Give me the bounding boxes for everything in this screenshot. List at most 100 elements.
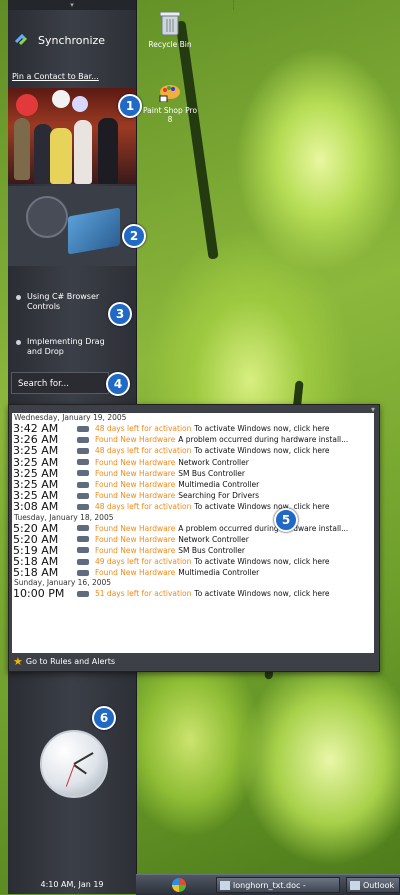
notification-icon bbox=[77, 525, 89, 532]
taskbar-button-label: longhorn_txt.doc - bbox=[233, 881, 306, 890]
notification-message: Network Controller bbox=[178, 534, 249, 544]
notification-source: Found New Hardware bbox=[95, 568, 176, 578]
person-figure bbox=[14, 118, 30, 180]
notification-message: SM Bus Controller bbox=[178, 545, 245, 555]
notification-time: 3:08 AM bbox=[13, 500, 59, 514]
notification-message: To activate Windows now, click here bbox=[194, 557, 330, 567]
badge-6: 6 bbox=[92, 706, 116, 730]
clock-hour-hand bbox=[73, 764, 87, 775]
notification-message: A problem occurred during hardware insta… bbox=[178, 435, 349, 445]
bullet-icon bbox=[16, 340, 21, 345]
notification-row[interactable]: 3:08 AM 48 days left for activation To a… bbox=[12, 501, 374, 512]
notification-list: Wednesday, January 19, 2005 3:42 AM 48 d… bbox=[12, 413, 374, 653]
analog-clock[interactable] bbox=[40, 730, 108, 798]
balloon bbox=[16, 94, 38, 116]
notification-row[interactable]: 5:19 AM Found New Hardware SM Bus Contro… bbox=[12, 545, 374, 556]
clock-minute-hand bbox=[73, 752, 94, 765]
notification-message: Multimedia Controller bbox=[178, 568, 260, 578]
person-figure bbox=[50, 128, 72, 184]
link-label: Using C# Browser Controls bbox=[27, 292, 100, 311]
notification-message: Searching For Drivers bbox=[178, 491, 260, 501]
notification-row[interactable]: 5:20 AM Found New Hardware Network Contr… bbox=[12, 533, 374, 544]
sidebar-link-browser-controls[interactable]: Using C# Browser Controls bbox=[16, 292, 116, 312]
notification-icon bbox=[77, 503, 89, 510]
notification-message: A problem occurred during hardware insta… bbox=[178, 523, 349, 533]
notification-source: Found New Hardware bbox=[95, 435, 176, 445]
notification-row[interactable]: 3:42 AM 48 days left for activation To a… bbox=[12, 423, 374, 434]
recycle-bin-icon bbox=[140, 10, 200, 38]
notification-icon bbox=[77, 459, 89, 466]
synchronize-button[interactable]: Synchronize bbox=[14, 28, 132, 52]
photo-tile[interactable] bbox=[8, 88, 136, 184]
notification-row[interactable]: 5:20 AM Found New Hardware A problem occ… bbox=[12, 522, 374, 533]
notification-source: Found New Hardware bbox=[95, 523, 176, 533]
badge-3: 3 bbox=[108, 302, 132, 326]
sidebar-link-drag-drop[interactable]: Implementing Drag and Drop bbox=[16, 337, 116, 357]
notification-source: 51 days left for activation bbox=[95, 589, 192, 599]
feed-tile[interactable] bbox=[8, 186, 136, 266]
rules-alerts-label: Go to Rules and Alerts bbox=[25, 657, 116, 666]
balloon bbox=[72, 96, 88, 112]
notification-icon bbox=[77, 558, 89, 565]
bullet-icon bbox=[16, 295, 21, 300]
paint-shop-pro-icon bbox=[140, 78, 200, 104]
notification-row[interactable]: 3:25 AM Found New Hardware Searching For… bbox=[12, 490, 374, 501]
notification-source: 48 days left for activation bbox=[95, 424, 192, 433]
notification-message: Multimedia Controller bbox=[178, 479, 260, 489]
desktop-icon-recycle-bin[interactable]: Recycle Bin bbox=[140, 10, 200, 49]
notification-message: To activate Windows now, click here bbox=[194, 589, 330, 599]
rules-icon: ★ bbox=[13, 655, 23, 668]
heart-icon bbox=[26, 196, 68, 238]
rules-alerts-link[interactable]: ★ Go to Rules and Alerts bbox=[13, 655, 115, 668]
sync-icon bbox=[14, 32, 30, 48]
notification-row[interactable]: 3:25 AM Found New Hardware SM Bus Contro… bbox=[12, 468, 374, 479]
notification-source: 49 days left for activation bbox=[95, 557, 192, 567]
notification-flyout: ▾ Wednesday, January 19, 2005 3:42 AM 48… bbox=[8, 404, 380, 672]
pin-contact-link[interactable]: Pin a Contact to Bar... bbox=[12, 72, 99, 81]
notification-message: Network Controller bbox=[178, 457, 249, 467]
taskbar-button-label: Outlook bbox=[363, 881, 395, 890]
link-label: Implementing Drag and Drop bbox=[27, 337, 105, 356]
notification-row[interactable]: 10:00 PM 51 days left for activation To … bbox=[12, 588, 374, 599]
notification-icon bbox=[77, 447, 89, 454]
search-input[interactable]: Search for... bbox=[11, 372, 109, 394]
notification-icon bbox=[77, 569, 89, 576]
notification-icon bbox=[77, 547, 89, 554]
clock-second-hand bbox=[65, 763, 75, 787]
notification-message: To activate Windows now, click here bbox=[194, 424, 330, 433]
notification-icon bbox=[77, 470, 89, 477]
synchronize-label: Synchronize bbox=[38, 33, 106, 47]
person-figure bbox=[74, 120, 92, 184]
notification-icon bbox=[77, 591, 89, 598]
notification-row[interactable]: 5:18 AM Found New Hardware Multimedia Co… bbox=[12, 567, 374, 578]
notification-source: Found New Hardware bbox=[95, 534, 176, 544]
notification-source: Found New Hardware bbox=[95, 491, 176, 501]
notification-time: 5:18 AM bbox=[13, 566, 59, 580]
sidebar-grip[interactable]: ▾ bbox=[8, 0, 136, 10]
notification-row[interactable]: 5:18 AM 49 days left for activation To a… bbox=[12, 556, 374, 567]
badge-4: 4 bbox=[106, 372, 130, 396]
date-header: Tuesday, January 18, 2005 bbox=[14, 512, 114, 522]
badge-1: 1 bbox=[118, 94, 142, 118]
notification-row[interactable]: 3:25 AM 48 days left for activation To a… bbox=[12, 445, 374, 456]
notification-row[interactable]: 3:25 AM Found New Hardware Network Contr… bbox=[12, 456, 374, 467]
notification-source: 48 days left for activation bbox=[95, 446, 192, 456]
taskbar-button-outlook[interactable]: Outlook bbox=[346, 877, 400, 893]
taskbar: longhorn_txt.doc - Outlook bbox=[136, 874, 400, 895]
person-figure bbox=[98, 118, 118, 184]
badge-2: 2 bbox=[122, 224, 146, 248]
notification-source: Found New Hardware bbox=[95, 545, 176, 555]
wallpaper-stem bbox=[175, 20, 219, 260]
taskbar-button-word[interactable]: longhorn_txt.doc - bbox=[216, 877, 340, 893]
notification-row[interactable]: 3:25 AM Found New Hardware Multimedia Co… bbox=[12, 479, 374, 490]
outlook-icon bbox=[350, 881, 360, 890]
notification-message: To activate Windows now, click here bbox=[194, 446, 330, 456]
notification-icon bbox=[77, 436, 89, 443]
start-button[interactable] bbox=[136, 875, 198, 895]
top-marker bbox=[233, 0, 234, 10]
notification-row[interactable]: 3:26 AM Found New Hardware A problem occ… bbox=[12, 434, 374, 445]
notification-icon bbox=[77, 481, 89, 488]
notification-message: To activate Windows now, click here bbox=[194, 502, 330, 512]
desktop-icon-label: Recycle Bin bbox=[148, 40, 192, 49]
desktop-icon-paint-shop-pro[interactable]: Paint Shop Pro 8 bbox=[140, 78, 200, 124]
